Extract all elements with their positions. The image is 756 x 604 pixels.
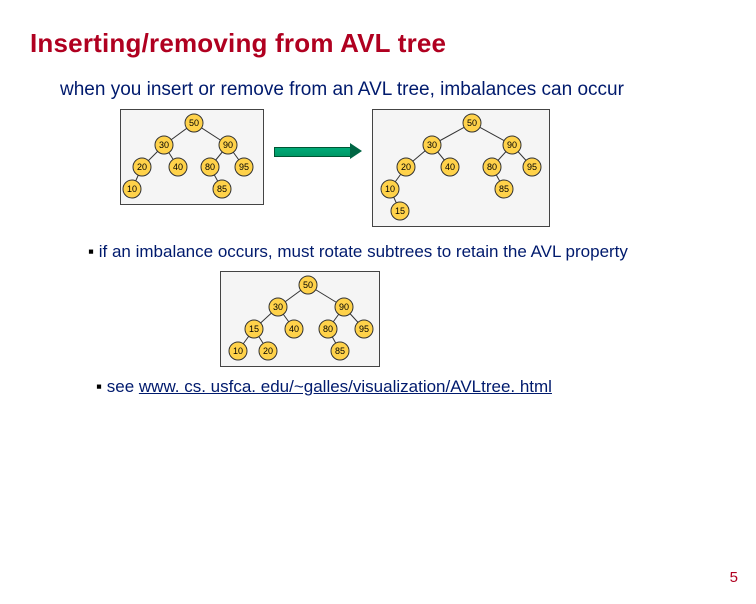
tree-node-label: 40	[445, 162, 455, 172]
tree-node-label: 15	[395, 206, 405, 216]
page-number: 5	[730, 569, 738, 586]
tree-node-label: 10	[233, 346, 243, 356]
figure-rotated: 50 30 90 15 40 80 95 10 20 85	[220, 271, 756, 367]
tree-node-label: 20	[263, 346, 273, 356]
tree-node-label: 85	[499, 184, 509, 194]
tree-node-label: 95	[359, 324, 369, 334]
tree-node-label: 80	[205, 162, 215, 172]
tree-node-label: 30	[159, 140, 169, 150]
tree-node-label: 10	[385, 184, 395, 194]
tree-node-label: 30	[273, 302, 283, 312]
tree-node-label: 85	[335, 346, 345, 356]
tree-node-label: 90	[339, 302, 349, 312]
tree-node-label: 95	[527, 162, 537, 172]
figure-row-before-after: 50 30 90 20 40 80 95 10 85 50 30 90 20 40 80 95 10 85 15	[120, 109, 756, 227]
tree-node-label: 90	[507, 140, 517, 150]
bullet-rotate: if an imbalance occurs, must rotate subt…	[88, 241, 696, 263]
visualization-link[interactable]: www. cs. usfca. edu/~galles/visualizatio…	[139, 377, 552, 396]
tree-node-label: 40	[289, 324, 299, 334]
tree-node-label: 80	[323, 324, 333, 334]
tree-node-label: 95	[239, 162, 249, 172]
tree-after-insert: 50 30 90 20 40 80 95 10 85 15	[372, 109, 550, 227]
tree-node-label: 20	[137, 162, 147, 172]
tree-rotated: 50 30 90 15 40 80 95 10 20 85	[220, 271, 380, 367]
tree-node-label: 15	[249, 324, 259, 334]
page-title: Inserting/removing from AVL tree	[30, 28, 756, 59]
tree-before: 50 30 90 20 40 80 95 10 85	[120, 109, 264, 205]
arrow-icon	[274, 145, 362, 157]
see-prefix: see	[107, 377, 139, 396]
bullet-see: see www. cs. usfca. edu/~galles/visualiz…	[96, 377, 696, 397]
tree-node-label: 20	[401, 162, 411, 172]
tree-node-label: 40	[173, 162, 183, 172]
lead-text: when you insert or remove from an AVL tr…	[60, 77, 696, 103]
tree-node-label: 50	[303, 280, 313, 290]
tree-node-label: 50	[189, 118, 199, 128]
tree-node-label: 30	[427, 140, 437, 150]
tree-node-label: 50	[467, 118, 477, 128]
tree-node-label: 90	[223, 140, 233, 150]
tree-node-label: 10	[127, 184, 137, 194]
tree-node-label: 80	[487, 162, 497, 172]
tree-node-label: 85	[217, 184, 227, 194]
